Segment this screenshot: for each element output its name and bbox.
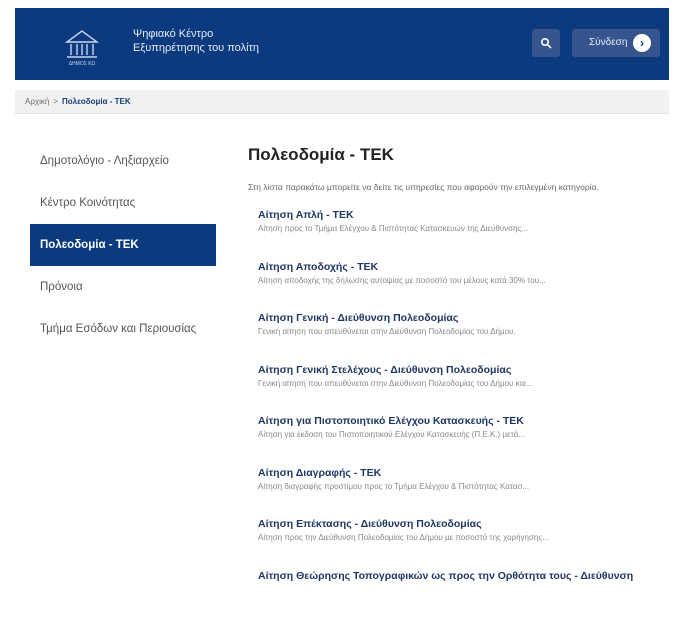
service-description: Αίτηση για έκδοση του Πιστοποιητικού Ελέ… (258, 430, 525, 439)
intro-text: Στη λίστα παρακάτω μπορείτε να δείτε τις… (248, 182, 599, 192)
service-description: Γενική αίτηση που απευθύνεται στην Διεύθ… (258, 327, 516, 336)
service-item[interactable]: Αίτηση Γενική - Διεύθυνση Πολεοδομίας Γε… (248, 311, 668, 363)
brand-line-2: Εξυπηρέτησης του πολίτη (133, 42, 260, 54)
sidebar-item-urban-planning[interactable]: Πολεοδομία - ΤΕΚ (30, 224, 216, 266)
breadcrumb-home[interactable]: Αρχική (25, 97, 49, 106)
service-item[interactable]: Αίτηση Απλή - ΤΕΚ Αίτηση προς το Τμήμα Ε… (248, 208, 668, 260)
service-title[interactable]: Αίτηση Επέκτασης - Διεύθυνση Πολεοδομίας (258, 517, 668, 531)
service-item[interactable]: Αίτηση Διαγραφής - ΤΕΚ Αίτηση διαγραφής … (248, 466, 668, 518)
service-description: Αίτηση προς την Διεύθυνση Πολεοδομίας το… (258, 533, 549, 542)
service-item[interactable]: Αίτηση Αποδοχής - ΤΕΚ Αίτηση αποδοχής τη… (248, 260, 668, 312)
login-button[interactable]: Σύνδεση › (572, 29, 660, 57)
page-title: Πολεοδομία - ΤΕΚ (248, 145, 394, 164)
breadcrumb: Αρχική > Πολεοδομία - ΤΕΚ (25, 97, 131, 106)
service-title[interactable]: Αίτηση Αποδοχής - ΤΕΚ (258, 260, 668, 274)
arrow-right-circle-icon: › (633, 34, 651, 52)
brand-line-1: Ψηφιακό Κέντρο (133, 28, 214, 40)
service-title[interactable]: Αίτηση Διαγραφής - ΤΕΚ (258, 466, 668, 480)
service-title[interactable]: Αίτηση Γενική Στελέχους - Διεύθυνση Πολε… (258, 363, 668, 377)
search-icon (540, 37, 552, 49)
service-title[interactable]: Αίτηση για Πιστοποιητικό Ελέγχου Κατασκε… (258, 414, 668, 428)
breadcrumb-bar: Αρχική > Πολεοδομία - ΤΕΚ (15, 90, 669, 114)
sidebar-item-revenue-property[interactable]: Τμήμα Εσόδων και Περιουσίας (30, 308, 216, 350)
service-item[interactable]: Αίτηση Επέκτασης - Διεύθυνση Πολεοδομίας… (248, 517, 668, 569)
service-description: Αίτηση διαγραφής προστίμου προς το Τμήμα… (258, 481, 530, 491)
search-button[interactable] (532, 29, 560, 57)
service-title[interactable]: Αίτηση Γενική - Διεύθυνση Πολεοδομίας (258, 311, 668, 325)
sidebar-item-civil-registry[interactable]: Δημοτολόγιο - Ληξιαρχείο (30, 140, 216, 182)
municipality-logo-icon[interactable]: ΔΗΜΟΣ ΚΩ (57, 22, 107, 68)
login-label: Σύνδεση (589, 37, 628, 48)
breadcrumb-current: Πολεοδομία - ΤΕΚ (61, 97, 131, 106)
service-description: Αίτηση προς το Τμήμα Ελέγχου & Πιστότητα… (258, 224, 529, 233)
service-description: Γενική αίτηση που απευθύνεται στην Διεύθ… (258, 378, 533, 388)
top-header: ΔΗΜΟΣ ΚΩ Ψηφιακό Κέντρο Εξυπηρέτησης του… (15, 8, 669, 80)
services-list: Αίτηση Απλή - ΤΕΚ Αίτηση προς το Τμήμα Ε… (248, 208, 668, 618)
service-item[interactable]: Αίτηση Γενική Στελέχους - Διεύθυνση Πολε… (248, 363, 668, 415)
sidebar-item-welfare[interactable]: Πρόνοια (30, 266, 216, 308)
service-title[interactable]: Αίτηση Θεώρησης Τοπογραφικών ως προς την… (258, 569, 668, 583)
service-title[interactable]: Αίτηση Απλή - ΤΕΚ (258, 208, 668, 222)
service-item[interactable]: Αίτηση για Πιστοποιητικό Ελέγχου Κατασκε… (248, 414, 668, 466)
service-item[interactable]: Αίτηση Θεώρησης Τοπογραφικών ως προς την… (248, 569, 668, 618)
category-sidebar: Δημοτολόγιο - Ληξιαρχείο Κέντρο Κοινότητ… (30, 140, 216, 350)
breadcrumb-separator: > (53, 97, 58, 106)
main-content: Πολεοδομία - ΤΕΚ Στη λίστα παρακάτω μπορ… (248, 140, 668, 618)
site-brand[interactable]: Ψηφιακό Κέντρο Εξυπηρέτησης του πολίτη (133, 27, 259, 55)
logo-text: ΔΗΜΟΣ ΚΩ (69, 61, 96, 67)
sidebar-item-community-center[interactable]: Κέντρο Κοινότητας (30, 182, 216, 224)
service-description: Αίτηση αποδοχής της δήλωσης αυτοψίας με … (258, 275, 546, 285)
